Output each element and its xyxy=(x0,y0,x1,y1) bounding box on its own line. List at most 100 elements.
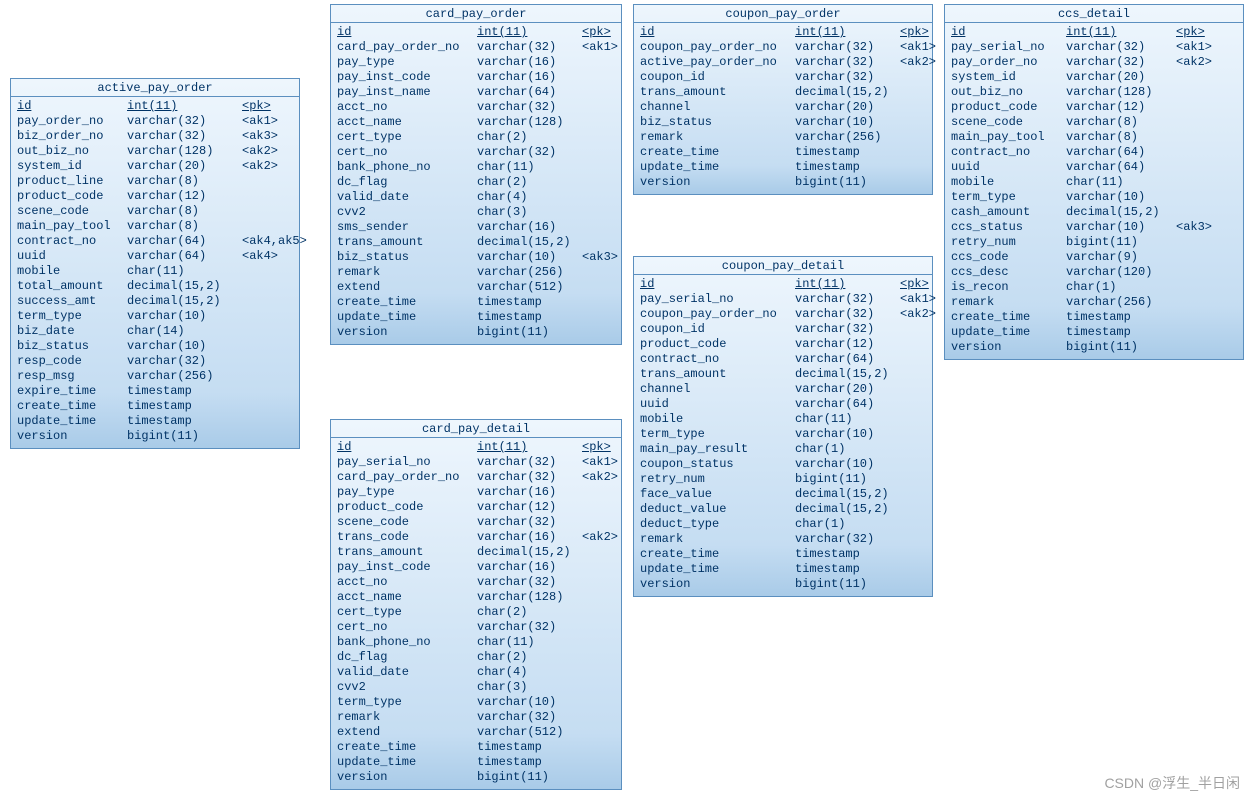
column-key xyxy=(582,650,622,665)
column-name: trans_amount xyxy=(640,85,795,100)
column-type: timestamp xyxy=(1066,310,1176,325)
table-row: update_timetimestamp xyxy=(951,325,1237,340)
table-row: retry_numbigint(11) xyxy=(951,235,1237,250)
column-key xyxy=(900,145,935,160)
table-row: cvv2char(3) xyxy=(337,680,615,695)
column-name: update_time xyxy=(337,310,477,325)
column-type: timestamp xyxy=(795,145,900,160)
column-key xyxy=(582,575,622,590)
table-row: uuidvarchar(64)<ak4> xyxy=(17,249,293,264)
column-type: timestamp xyxy=(127,399,242,414)
column-key xyxy=(900,160,935,175)
column-key xyxy=(1176,250,1216,265)
column-name: create_time xyxy=(337,295,477,310)
column-name: id xyxy=(640,25,795,40)
table-row: ccs_statusvarchar(10)<ak3> xyxy=(951,220,1237,235)
column-name: update_time xyxy=(951,325,1066,340)
column-type: varchar(32) xyxy=(127,129,242,144)
column-type: varchar(8) xyxy=(1066,115,1176,130)
column-type: varchar(32) xyxy=(795,55,900,70)
column-key xyxy=(582,145,622,160)
entity-card_pay_detail: card_pay_detailidint(11)<pk>pay_serial_n… xyxy=(330,419,622,790)
table-row: pay_typevarchar(16) xyxy=(337,55,615,70)
column-key xyxy=(900,412,935,427)
column-name: deduct_type xyxy=(640,517,795,532)
column-key xyxy=(242,174,297,189)
column-name: main_pay_result xyxy=(640,442,795,457)
column-type: int(11) xyxy=(795,277,900,292)
column-key: <pk> xyxy=(242,99,297,114)
column-type: varchar(32) xyxy=(795,307,900,322)
column-name: acct_name xyxy=(337,115,477,130)
table-row: deduct_typechar(1) xyxy=(640,517,926,532)
column-name: cert_no xyxy=(337,620,477,635)
column-key xyxy=(242,264,297,279)
table-row: trans_amountdecimal(15,2) xyxy=(640,367,926,382)
table-row: versionbigint(11) xyxy=(337,770,615,785)
column-type: varchar(32) xyxy=(127,354,242,369)
table-row: face_valuedecimal(15,2) xyxy=(640,487,926,502)
table-row: cert_typechar(2) xyxy=(337,130,615,145)
column-key xyxy=(582,220,622,235)
table-row: contract_novarchar(64) xyxy=(951,145,1237,160)
column-name: out_biz_no xyxy=(17,144,127,159)
column-name: acct_no xyxy=(337,100,477,115)
column-key: <pk> xyxy=(582,25,622,40)
column-name: create_time xyxy=(951,310,1066,325)
column-type: varchar(12) xyxy=(1066,100,1176,115)
column-name: product_code xyxy=(337,500,477,515)
column-type: decimal(15,2) xyxy=(127,279,242,294)
table-row: is_reconchar(1) xyxy=(951,280,1237,295)
column-type: varchar(10) xyxy=(795,457,900,472)
table-row: resp_msgvarchar(256) xyxy=(17,369,293,384)
column-key xyxy=(582,295,622,310)
column-key xyxy=(900,427,935,442)
column-name: term_type xyxy=(337,695,477,710)
column-name: pay_inst_code xyxy=(337,560,477,575)
column-name: product_code xyxy=(17,189,127,204)
column-type: varchar(10) xyxy=(127,339,242,354)
table-row: coupon_pay_order_novarchar(32)<ak2> xyxy=(640,307,926,322)
column-name: term_type xyxy=(640,427,795,442)
table-row: term_typevarchar(10) xyxy=(337,695,615,710)
column-key xyxy=(582,175,622,190)
column-key xyxy=(900,337,935,352)
column-name: version xyxy=(17,429,127,444)
column-name: product_code xyxy=(951,100,1066,115)
entity-title: coupon_pay_detail xyxy=(634,257,932,275)
column-key: <ak3> xyxy=(582,250,622,265)
column-key xyxy=(900,352,935,367)
column-type: bigint(11) xyxy=(1066,340,1176,355)
column-name: pay_inst_name xyxy=(337,85,477,100)
table-row: biz_order_novarchar(32)<ak3> xyxy=(17,129,293,144)
column-name: valid_date xyxy=(337,190,477,205)
column-key xyxy=(1176,160,1216,175)
column-key xyxy=(242,309,297,324)
column-key xyxy=(900,100,935,115)
column-type: varchar(20) xyxy=(795,382,900,397)
table-row: term_typevarchar(10) xyxy=(640,427,926,442)
column-name: mobile xyxy=(640,412,795,427)
column-name: total_amount xyxy=(17,279,127,294)
column-type: varchar(10) xyxy=(477,250,582,265)
column-name: cert_type xyxy=(337,130,477,145)
column-type: char(11) xyxy=(1066,175,1176,190)
column-key xyxy=(242,354,297,369)
column-type: varchar(64) xyxy=(477,85,582,100)
table-row: idint(11)<pk> xyxy=(640,25,926,40)
column-type: timestamp xyxy=(477,310,582,325)
column-key xyxy=(900,442,935,457)
column-key: <pk> xyxy=(582,440,622,455)
column-name: uuid xyxy=(640,397,795,412)
column-type: int(11) xyxy=(795,25,900,40)
column-name: valid_date xyxy=(337,665,477,680)
column-name: id xyxy=(640,277,795,292)
table-row: create_timetimestamp xyxy=(640,145,926,160)
table-row: expire_timetimestamp xyxy=(17,384,293,399)
column-type: varchar(16) xyxy=(477,530,582,545)
table-row: retry_numbigint(11) xyxy=(640,472,926,487)
column-key xyxy=(900,382,935,397)
table-row: system_idvarchar(20)<ak2> xyxy=(17,159,293,174)
column-type: varchar(512) xyxy=(477,725,582,740)
column-key xyxy=(582,70,622,85)
